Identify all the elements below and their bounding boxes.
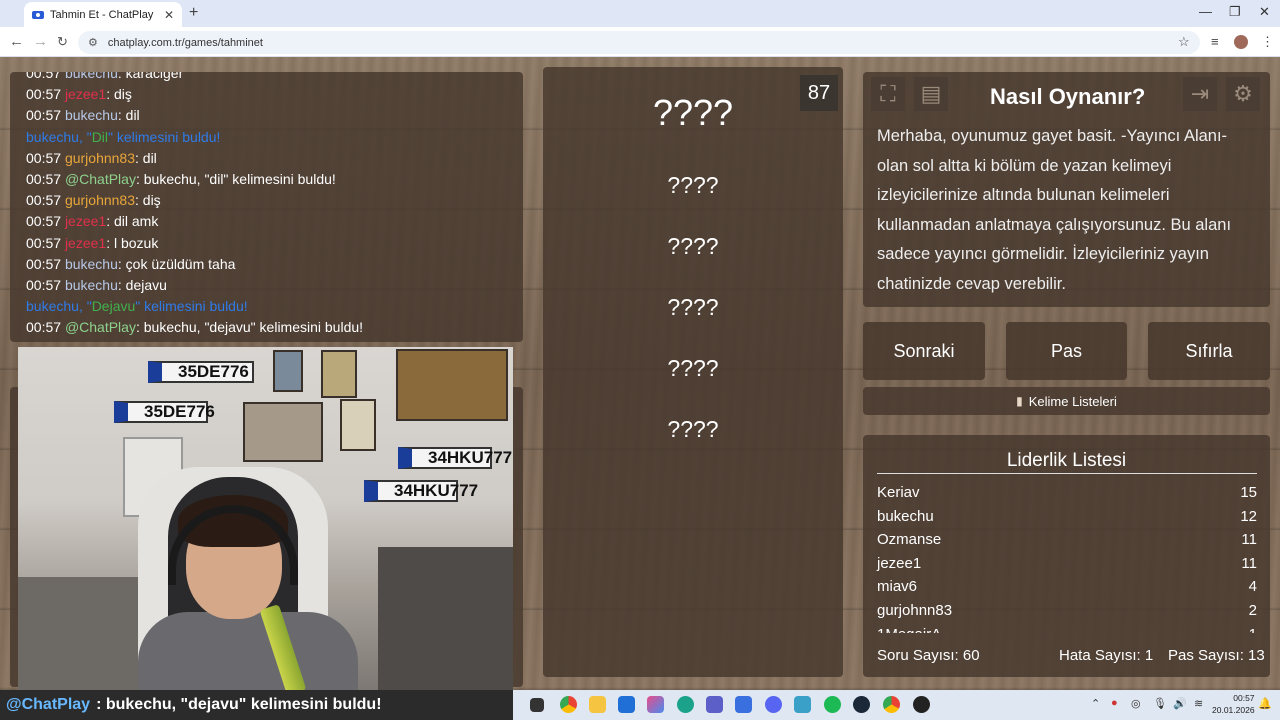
error-count: Hata Sayısı: 1 — [1059, 647, 1154, 664]
tray-network-icon[interactable]: ◎ — [1131, 697, 1141, 710]
reload-icon[interactable]: ↻ — [57, 34, 68, 50]
browser-toolbar: ← → ↻ ⚙ chatplay.com.tr/games/tahminet ☆… — [0, 27, 1280, 57]
player-name: bukechu — [877, 507, 934, 525]
player-score: 2 — [1248, 602, 1257, 619]
player-score: 4 — [1248, 578, 1257, 596]
url-text: chatplay.com.tr/games/tahminet — [107, 36, 263, 49]
overlay-text: : bukechu, "dejavu" kelimesini buldu! — [96, 696, 382, 713]
browser-tab-bar: Tahmin Et - ChatPlay ✕ + — ❐ ✕ — [0, 0, 1280, 27]
forward-icon[interactable]: → — [33, 33, 48, 50]
taskbar-clock[interactable]: 00:57 20.01.2026 — [1212, 692, 1255, 716]
reading-list-icon[interactable]: ≡ — [1211, 34, 1219, 49]
spotify-icon[interactable] — [824, 696, 841, 713]
edge-icon[interactable] — [677, 696, 694, 713]
notification-icon[interactable]: 🔔 — [1258, 697, 1272, 710]
clock-date: 20.01.2026 — [1212, 705, 1255, 715]
wifi-icon[interactable]: ≋ — [1194, 697, 1203, 710]
close-tab-icon[interactable]: ✕ — [164, 8, 174, 22]
browser-tab[interactable]: Tahmin Et - ChatPlay ✕ — [24, 2, 182, 27]
minimize-icon[interactable]: — — [1199, 4, 1212, 19]
license-plate: 35DE776 — [148, 361, 254, 383]
horse-painting — [396, 349, 508, 421]
leaderboard-row: jezee1 11 — [877, 555, 1257, 572]
player-name: miav6 — [877, 578, 918, 596]
maximize-icon[interactable]: ❐ — [1229, 4, 1241, 20]
player-score: 1 — [1249, 626, 1257, 633]
tray-app-icon[interactable]: ● — [1111, 697, 1118, 709]
site-info-icon[interactable]: ⚙ — [88, 36, 98, 49]
close-window-icon[interactable]: ✕ — [1259, 4, 1270, 20]
player-score: 15 — [1240, 484, 1257, 501]
license-plate: 35DE776 — [114, 401, 215, 423]
player-name: Keriav — [877, 484, 920, 501]
discord-icon[interactable] — [765, 696, 782, 713]
volume-icon[interactable]: 🔊 — [1173, 697, 1187, 710]
monitor-icon[interactable] — [794, 696, 811, 713]
player-name: jezee1 — [877, 554, 922, 572]
player-score: 12 — [1240, 507, 1257, 525]
pass-count: Pas Sayısı: 13 — [1168, 647, 1265, 664]
overlay-sender: @ChatPlay — [6, 696, 91, 713]
back-icon[interactable]: ← — [9, 33, 24, 50]
leaderboard-row: Keriav 15 — [877, 484, 1257, 501]
player-name: gurjohnn83 — [877, 602, 953, 619]
poster — [273, 350, 303, 392]
bed — [378, 547, 513, 690]
player-score: 11 — [1241, 554, 1257, 572]
steam-icon[interactable] — [853, 696, 870, 713]
outlook-icon[interactable] — [735, 696, 752, 713]
profile-avatar-icon[interactable] — [1234, 35, 1248, 49]
browser-menu-icon[interactable]: ⋮ — [1261, 34, 1274, 50]
leaderboard-row: Ozmanse 11 — [877, 531, 1257, 548]
player-score: 11 — [1241, 531, 1257, 549]
address-bar[interactable]: ⚙ chatplay.com.tr/games/tahminet — [78, 31, 1200, 54]
chatplay-overlay-message: @ChatPlay : bukechu, "dejavu" kelimesini… — [0, 690, 513, 720]
chatplay-favicon-icon — [32, 10, 44, 19]
player-name: Ozmanse — [877, 531, 942, 549]
player-name: 1MegairA — [877, 626, 941, 633]
leaderboard-row: miav6 4 — [877, 578, 1257, 595]
new-tab-button[interactable]: + — [189, 4, 198, 22]
game-page: 00:57 bukechu: karaciğer 00:57 jezee1: di… — [0, 57, 1280, 690]
store-icon[interactable] — [618, 696, 635, 713]
teams-icon[interactable] — [706, 696, 723, 713]
microphone-icon[interactable]: 🎙 — [1153, 697, 1167, 710]
license-plate: 34HKU777 — [364, 480, 478, 502]
chrome-icon[interactable] — [560, 696, 577, 713]
copilot-icon[interactable] — [647, 696, 664, 713]
tab-title: Tahmin Et - ChatPlay — [50, 8, 154, 21]
chrome-active-icon[interactable] — [883, 696, 900, 713]
poster — [321, 350, 357, 398]
tray-chevron-icon[interactable]: ⌃ — [1091, 697, 1100, 710]
clock-time: 00:57 — [1233, 693, 1255, 703]
streamer-webcam: 35DE776 35DE776 34HKU777 34HKU777 — [18, 347, 513, 690]
license-plate: 34HKU777 — [398, 447, 512, 469]
windows-taskbar: ⌃ ● ◎ 🎙 🔊 ≋ 🔔 — [513, 690, 1280, 720]
poster — [340, 399, 376, 451]
bookmark-star-icon[interactable]: ☆ — [1178, 34, 1190, 50]
leaderboard-row: bukechu 12 — [877, 508, 1257, 525]
framed-photo — [243, 402, 323, 462]
shirt — [138, 612, 358, 690]
leaderboard-row: gurjohnn83 2 — [877, 602, 1257, 619]
file-explorer-icon[interactable] — [589, 696, 606, 713]
obs-icon[interactable] — [913, 696, 930, 713]
leaderboard-row: 1MegairA 1 — [877, 626, 1257, 633]
question-count: Soru Sayısı: 60 — [877, 647, 980, 664]
task-view-icon[interactable] — [530, 698, 544, 712]
